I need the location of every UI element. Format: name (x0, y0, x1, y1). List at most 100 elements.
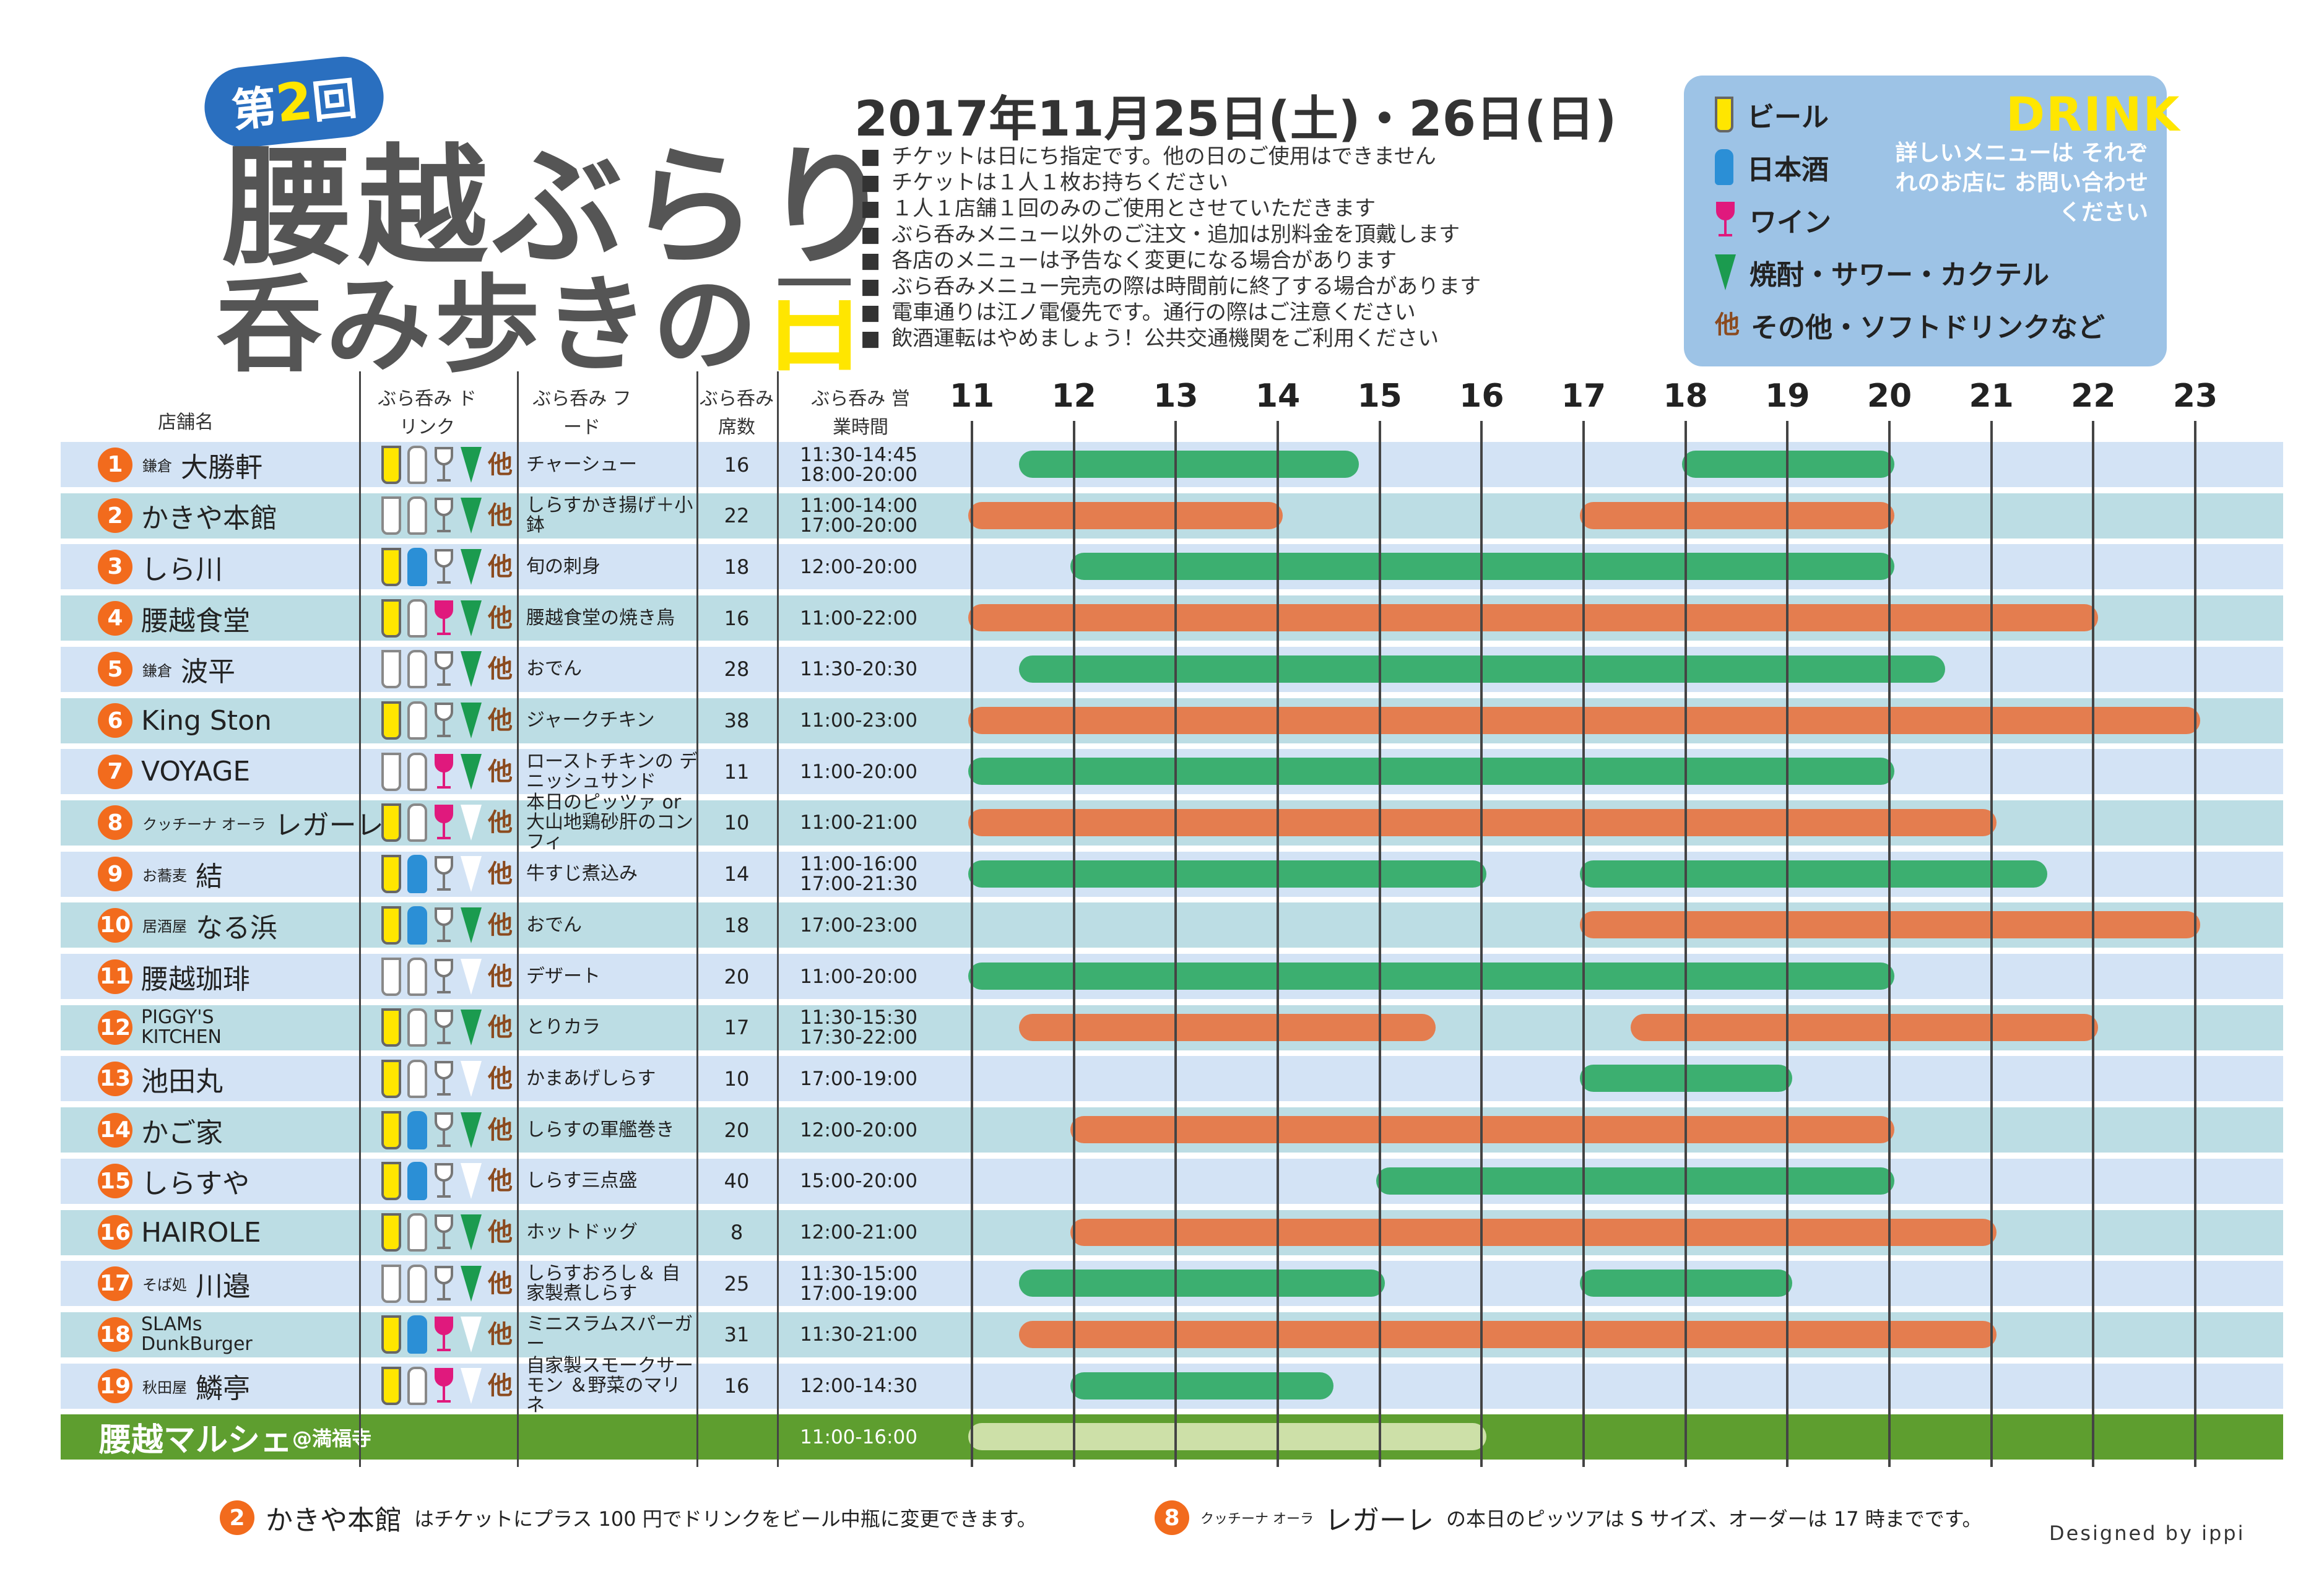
drink-icons: 他 (370, 647, 536, 692)
wine-icon (433, 753, 454, 790)
wine-icon (433, 856, 454, 892)
sour-icon (461, 958, 482, 995)
shop-cell: 13 池田丸 (98, 1056, 223, 1101)
shop-row: 12 PIGGY'S KITCHEN 他とりカラ 17 11:30-15:30 17:3… (61, 1005, 2283, 1050)
shop-row: 15 しらすや 他しらす三点盛 40 15:00-20:00 (61, 1158, 2283, 1204)
marche-row: 腰越マルシェ @満福寺 11:00-16:00 (61, 1414, 2283, 1460)
sour-icon (461, 651, 482, 688)
hour-gridline (2092, 421, 2095, 1467)
food-item: かまあげしらす (526, 1067, 656, 1089)
sake-icon (407, 752, 427, 791)
hours-bar (1019, 1013, 1436, 1041)
seat-count: 8 (730, 1221, 744, 1244)
shop-number-badge: 4 (98, 600, 132, 636)
shop-name: 結 (196, 861, 223, 893)
seat-count: 20 (724, 1118, 750, 1142)
hour-label: 20 (1867, 378, 1912, 415)
footer-shop-name: かきや本館 (266, 1505, 402, 1536)
wine-icon (433, 1368, 454, 1404)
wine-icon (433, 1060, 454, 1097)
sour-icon (461, 498, 482, 534)
shop-row: 3 しら川 他旬の刺身 18 12:00-20:00 (61, 544, 2283, 590)
sour-icon (461, 446, 482, 483)
drink-icons: 他 (370, 493, 536, 539)
hour-label: 11 (949, 378, 995, 415)
footer-text: の本日のピッツアは S サイズ、オーダーは 17 時までです。 (1446, 1507, 1982, 1531)
opening-hours: 11:00-23:00 (800, 709, 917, 732)
seat-count: 40 (724, 1169, 750, 1193)
hour-gridline (1888, 421, 1891, 1467)
designer-credit: Designed by ippi (2049, 1521, 2245, 1545)
other-icon: 他 (488, 1013, 513, 1042)
shop-name: レガーレ (274, 810, 384, 842)
shop-cell: 14 かご家 (98, 1107, 223, 1153)
shop-name: なる浜 (196, 912, 277, 944)
header-hours: ぶら呑み 営業時間 (811, 388, 910, 438)
food-item: チャーシュー (526, 453, 638, 475)
shop-row: 4 腰越食堂 他腰越食堂の焼き鳥 16 11:00-22:00 (61, 595, 2283, 641)
note-item: ぶら呑みメニュー以外のご注文・追加は別料金を頂戴します (861, 222, 1481, 248)
beer-icon (381, 957, 401, 996)
legend-item-sour: 焼酎・サワー・カクテル (1715, 251, 2049, 294)
beer-icon (381, 1264, 401, 1303)
shop-name: 池田丸 (141, 1065, 223, 1097)
food-item: ローストチキンの デニッシュサンド (526, 750, 698, 792)
drink-icons: 他 (370, 1261, 536, 1306)
shop-row: 7 VOYAGE 他ローストチキンの デニッシュサンド 11 11:00-20:00 (61, 749, 2283, 795)
sake-icon (407, 547, 427, 586)
other-icon: 他 (488, 501, 513, 530)
hours-bar (1070, 1218, 1997, 1246)
other-icon: 他 (488, 756, 513, 786)
shop-cell: 5 鎌倉 波平 (98, 647, 235, 692)
shop-number-badge: 7 (98, 754, 132, 789)
sake-icon (407, 1367, 427, 1406)
shop-name: 波平 (181, 656, 235, 688)
hour-gridline (1072, 421, 1075, 1467)
wine-icon (433, 1010, 454, 1045)
shop-cell: 8 クッチーナ オーラ レガーレ (98, 800, 384, 846)
hour-gridline (1990, 421, 1993, 1467)
sour-icon (461, 703, 482, 738)
shop-number-badge: 9 (98, 857, 132, 892)
sake-icon (407, 1059, 427, 1098)
shop-number-badge: 1 (98, 447, 132, 482)
wine-icon (433, 1112, 454, 1148)
shop-cell: 10 居酒屋 なる浜 (98, 902, 277, 948)
drink-icons: 他 (370, 1056, 536, 1101)
seat-count: 20 (724, 964, 750, 988)
shop-row: 9 お蕎麦結 他牛すじ煮込み 14 11:00-16:00 17:00-21:30 (61, 851, 2283, 897)
sake-icon (407, 650, 427, 689)
hours-bar (968, 501, 1283, 529)
wine-icon (433, 1265, 454, 1302)
other-icon: 他 (488, 1166, 513, 1196)
shop-cell: 18 SLAMs DunkBurger (98, 1312, 284, 1357)
beer-icon (381, 1213, 401, 1252)
other-icon: 他 (488, 449, 513, 479)
drink-icons: 他 (370, 1312, 536, 1357)
shop-cell: 16 HAIROLE (98, 1210, 261, 1255)
other-icon: 他 (488, 552, 513, 581)
shop-cell: 9 お蕎麦結 (98, 852, 223, 897)
sake-icon (407, 906, 427, 945)
seat-count: 18 (724, 913, 750, 937)
shop-name: VOYAGE (141, 756, 251, 788)
seat-count: 25 (724, 1271, 750, 1296)
wine-icon (433, 907, 454, 943)
other-icon: 他 (488, 808, 513, 837)
sake-icon (1715, 149, 1733, 185)
shop-number-badge: 2 (98, 498, 132, 534)
sour-icon (461, 856, 482, 893)
hour-label: 14 (1255, 378, 1301, 415)
seat-count: 16 (724, 606, 750, 630)
food-item: おでん (526, 914, 582, 936)
beer-icon (381, 547, 401, 586)
drink-icons: 他 (370, 1364, 536, 1409)
shop-row: 2 かきや本館 他しらすかき揚げ＋小鉢 22 11:00-14:00 17:00-20:… (61, 493, 2283, 539)
wine-icon (433, 498, 454, 534)
food-item: 自家製スモークサーモン ＆野菜のマリネ (526, 1355, 693, 1417)
marche-hours: 11:00-16:00 (800, 1425, 917, 1448)
hour-label: 16 (1459, 378, 1504, 415)
shop-name: 腰越食堂 (141, 605, 250, 637)
hour-gridline (2194, 421, 2196, 1467)
hours-bar (1580, 860, 2047, 888)
